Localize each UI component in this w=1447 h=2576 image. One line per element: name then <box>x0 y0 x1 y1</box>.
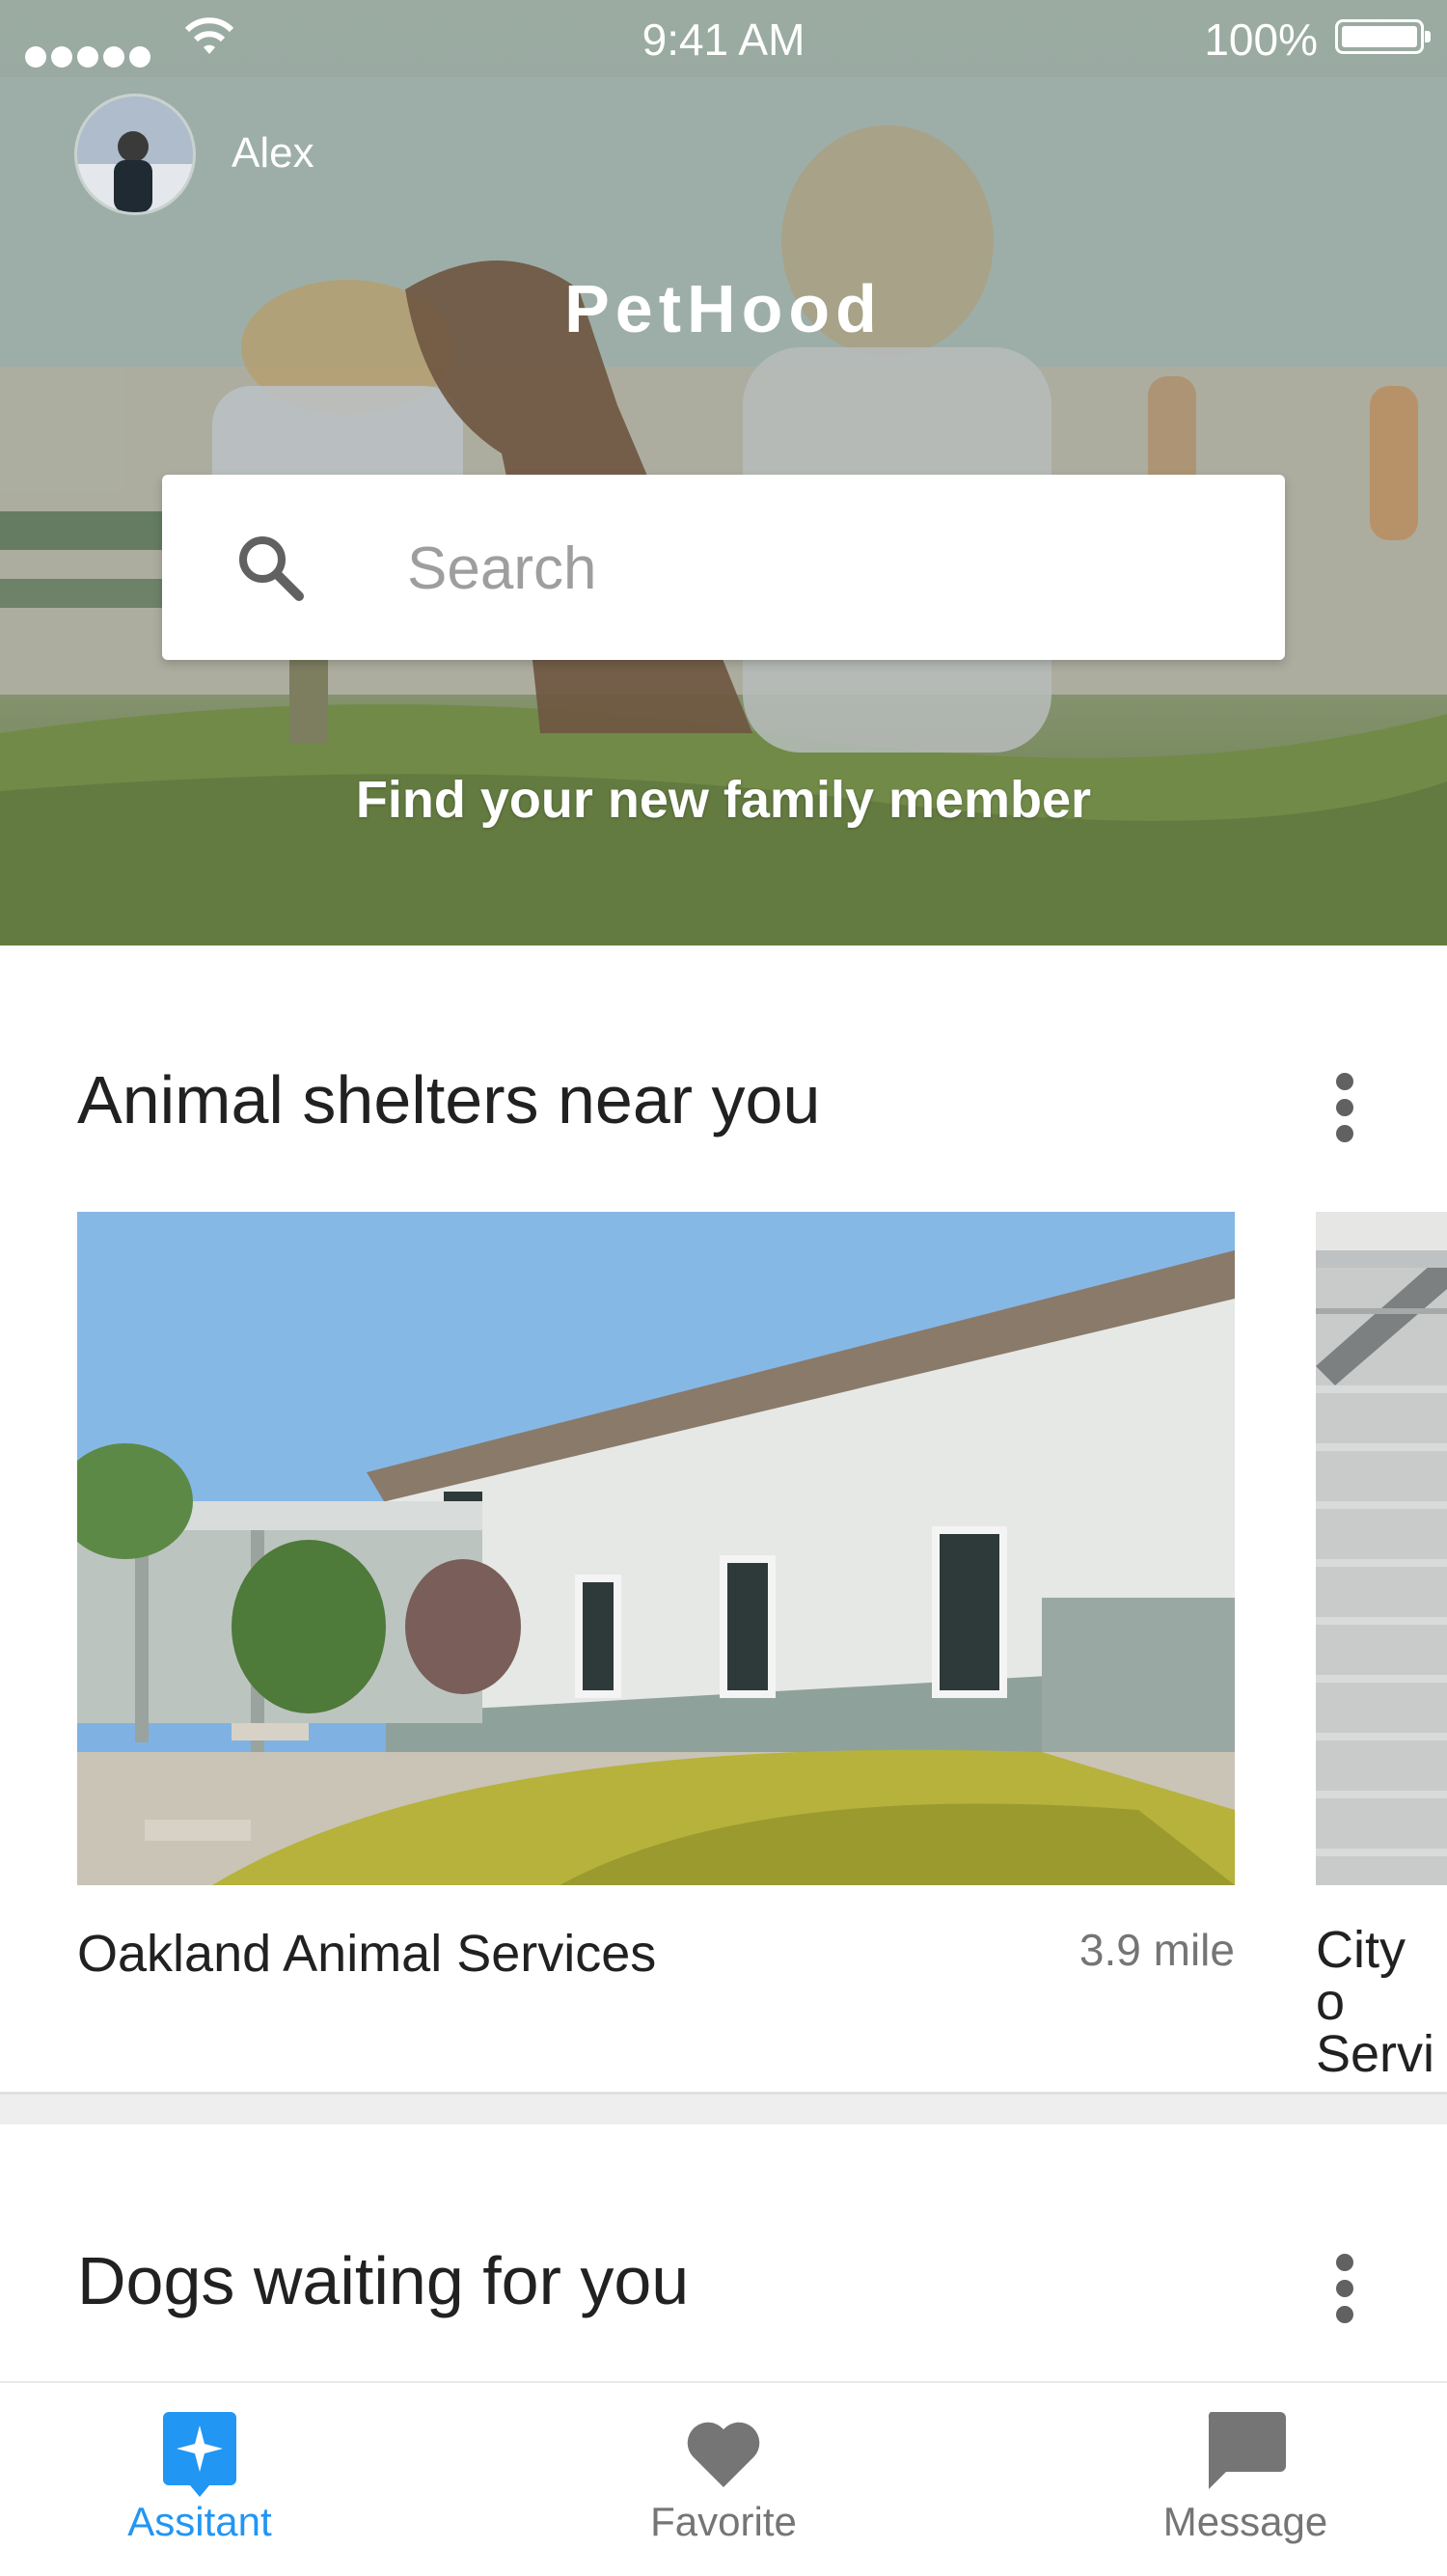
tagline: Find your new family member <box>355 771 1092 829</box>
more-options-icon[interactable] <box>1322 1069 1370 1146</box>
section-title-dogs: Dogs waiting for you <box>77 2243 690 2318</box>
nav-item-favorite[interactable]: Favorite <box>482 2381 965 2574</box>
section-title-shelters: Animal shelters near you <box>77 1062 821 1137</box>
search-bar[interactable] <box>162 475 1285 660</box>
assistant-icon <box>163 2412 236 2497</box>
shelter-card-image[interactable] <box>77 1212 1235 1885</box>
nav-label-assistant: Assitant <box>127 2499 272 2544</box>
nav-item-assistant[interactable]: Assitant <box>0 2381 441 2574</box>
shelter-card-image[interactable] <box>1316 1212 1447 1885</box>
more-options-icon[interactable] <box>1322 2250 1370 2327</box>
battery-percentage: 100% <box>1204 14 1318 65</box>
shelter-distance: 3.9 mile <box>1078 1925 1235 1975</box>
message-icon <box>1208 2412 1286 2489</box>
user-name[interactable]: Alex <box>232 129 314 178</box>
search-icon <box>239 536 304 601</box>
shelter-photo <box>77 1212 1235 1885</box>
heart-icon <box>687 2422 760 2487</box>
section-divider <box>0 2092 1447 2124</box>
hero-banner: 9:41 AM 100% Alex PetHood Find your new … <box>0 0 1447 945</box>
shelter-name[interactable]: City o Servic <box>1316 1924 1432 2080</box>
shelter-photo <box>1316 1212 1447 1885</box>
nav-label-message: Message <box>1162 2499 1328 2544</box>
battery-icon <box>1335 19 1431 54</box>
avatar[interactable] <box>77 96 193 212</box>
nav-item-message[interactable]: Message <box>1004 2381 1447 2574</box>
search-input[interactable] <box>405 525 1239 612</box>
app-title: PetHood <box>564 271 883 346</box>
status-bar: 9:41 AM 100% <box>0 0 1447 77</box>
shelter-name[interactable]: Oakland Animal Services <box>77 1924 656 1984</box>
avatar-photo <box>77 96 193 212</box>
nav-label-favorite: Favorite <box>650 2499 797 2544</box>
